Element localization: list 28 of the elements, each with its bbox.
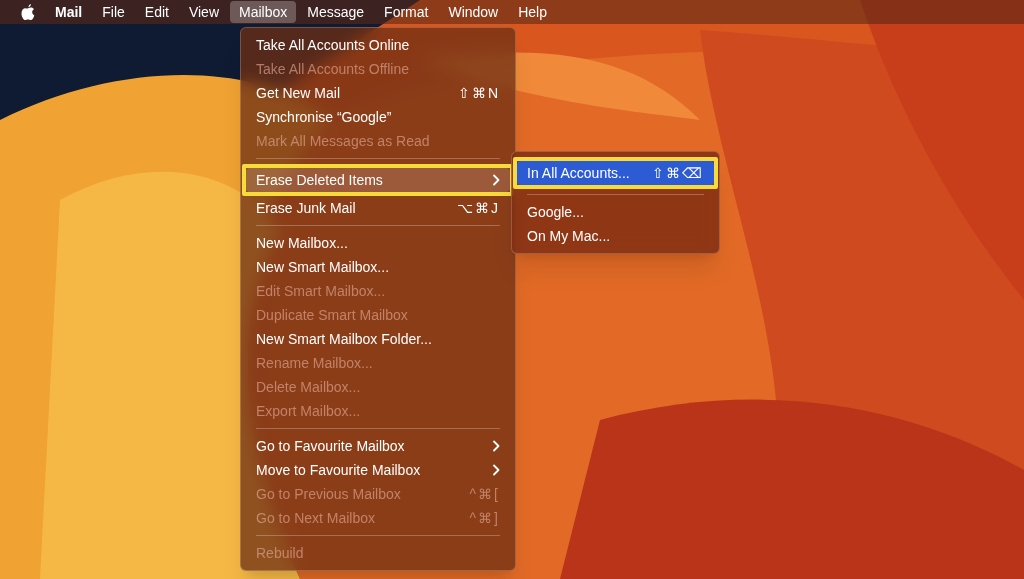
keyboard-shortcut: ^⌘[: [469, 484, 500, 504]
menu-bar-item[interactable]: Window: [439, 1, 508, 23]
menu-bar-item[interactable]: View: [179, 1, 228, 23]
menu-item[interactable]: New Smart Mailbox...: [246, 255, 510, 279]
menu-item[interactable]: Erase Deleted Items: [246, 168, 510, 192]
menu-bar-item[interactable]: Format: [375, 1, 438, 23]
keyboard-shortcut: ⇧⌘N: [457, 83, 500, 103]
menu-item[interactable]: Synchronise “Google”: [246, 105, 510, 129]
menu-item[interactable]: New Mailbox...: [246, 231, 510, 255]
keyboard-shortcut: ⇧⌘⌫: [652, 163, 704, 183]
menu-bar-item[interactable]: Mail: [46, 1, 92, 23]
menu-bar-item[interactable]: Mailbox: [230, 1, 297, 23]
menu-bar-item[interactable]: Edit: [135, 1, 178, 23]
menu-bar-item[interactable]: File: [93, 1, 134, 23]
menu-bar-item[interactable]: Message: [298, 1, 374, 23]
menu-item[interactable]: New Smart Mailbox Folder...: [246, 327, 510, 351]
keyboard-shortcut: ^⌘]: [469, 508, 500, 528]
menu-item[interactable]: Move to Favourite Mailbox: [246, 458, 510, 482]
menu-item[interactable]: On My Mac...: [517, 224, 714, 248]
menu-item[interactable]: Google...: [517, 200, 714, 224]
menu-item[interactable]: Get New Mail ⇧⌘N: [246, 81, 510, 105]
apple-icon[interactable]: [20, 3, 36, 21]
menu-bar-item[interactable]: Help: [509, 1, 556, 23]
menu-item[interactable]: In All Accounts... ⇧⌘⌫: [517, 161, 714, 185]
menu-item[interactable]: Take All Accounts Online: [246, 33, 510, 57]
menu-item[interactable]: Go to Favourite Mailbox: [246, 434, 510, 458]
menu-item[interactable]: Erase Junk Mail ⌥⌘J: [246, 196, 510, 220]
keyboard-shortcut: ⌥⌘J: [457, 198, 500, 218]
